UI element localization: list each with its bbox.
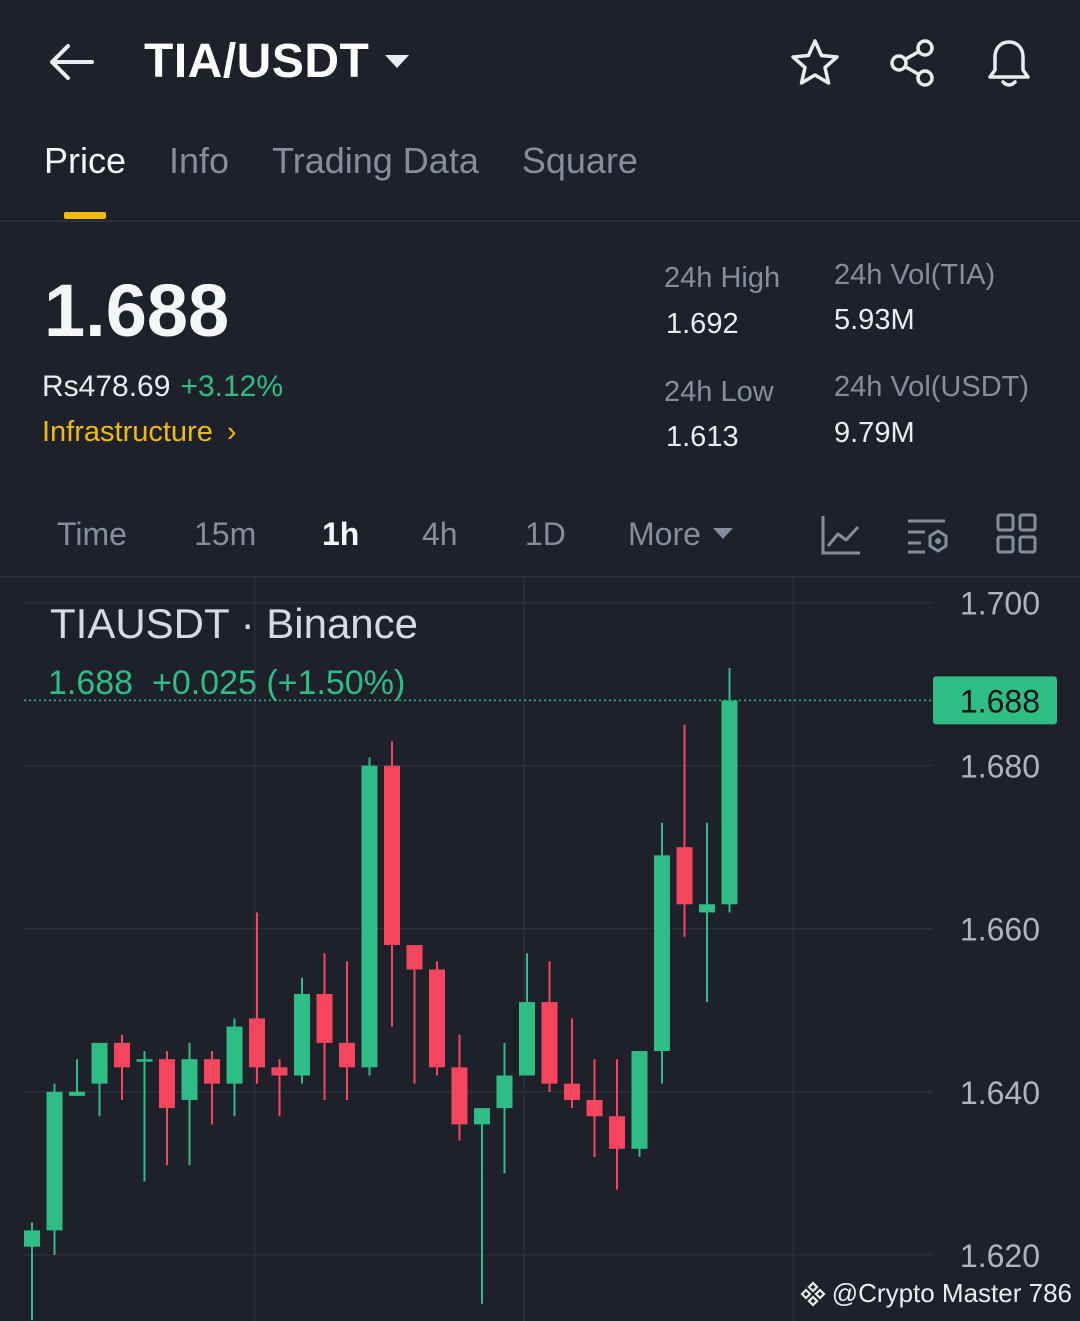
y-tick-label: 1.700 [960, 586, 1040, 622]
vol-quote-label: 24h Vol(USDT) [834, 371, 1030, 403]
candle-body [294, 993, 310, 1076]
price-change-percent: +3.12% [180, 370, 284, 403]
chevron-down-icon [385, 55, 410, 68]
category-tag[interactable]: Infrastructure › [42, 416, 237, 449]
candle-body [496, 1075, 513, 1109]
low-label: 24h Low [664, 376, 774, 408]
candle-body [136, 1059, 153, 1062]
candle-body [519, 1002, 535, 1076]
candle-body [541, 1002, 558, 1084]
candle-body [451, 1067, 468, 1125]
candle-body [586, 1099, 603, 1117]
chart-title: TIAUSDT · Binance [50, 600, 419, 647]
candle-body [429, 969, 445, 1068]
candle-body [46, 1091, 63, 1231]
candle-body [226, 1026, 243, 1084]
tab-info[interactable]: Info [169, 140, 229, 182]
fiat-price-row: Rs478.69 +3.12% [42, 370, 283, 404]
last-price: 1.688 [44, 269, 230, 352]
line-chart-icon[interactable] [818, 512, 864, 558]
vol-base-label: 24h Vol(TIA) [834, 259, 996, 291]
candle-body [361, 765, 378, 1068]
candle-body [181, 1059, 198, 1100]
watermark: @Crypto Master 786 [798, 1278, 1072, 1309]
y-tick-label: 1.660 [960, 912, 1040, 948]
chart-ohlc-summary: 1.688 +0.025 (+1.50%) [48, 664, 406, 702]
pair-title: TIA/USDT [144, 35, 370, 88]
candle-body [159, 1059, 175, 1109]
y-tick-label: 1.620 [960, 1238, 1040, 1274]
candle-body [384, 765, 400, 946]
more-label: More [628, 516, 701, 552]
timeframe-1d[interactable]: 1D [525, 516, 566, 553]
timeframe-4h[interactable]: 4h [422, 516, 458, 553]
candle-body [114, 1042, 130, 1068]
candle-body [271, 1067, 288, 1076]
timeframe-1h[interactable]: 1h [322, 516, 359, 553]
low-value: 1.613 [666, 421, 739, 453]
candle-body [676, 847, 693, 905]
candle-body [609, 1116, 625, 1149]
y-tick-label: 1.680 [960, 749, 1040, 785]
vol-quote-value: 9.79M [834, 417, 915, 449]
y-tick-label: 1.640 [960, 1075, 1040, 1111]
candle-body [406, 945, 423, 970]
candle-body [204, 1059, 220, 1084]
indicator-settings-icon[interactable] [905, 512, 951, 558]
candle-body [699, 904, 715, 913]
tab-square[interactable]: Square [522, 140, 638, 182]
candle-body [316, 993, 333, 1043]
high-value: 1.692 [666, 308, 739, 340]
back-arrow-icon[interactable] [44, 38, 96, 86]
bell-icon[interactable] [982, 36, 1036, 90]
grid-layout-icon[interactable] [995, 512, 1041, 558]
candle-body [654, 855, 670, 1052]
fiat-price: Rs478.69 [42, 370, 171, 403]
candle-body [69, 1091, 85, 1096]
caret-down-icon [712, 528, 733, 540]
favorite-star-icon[interactable] [788, 36, 842, 90]
tab-price[interactable]: Price [44, 140, 126, 182]
share-icon[interactable] [886, 36, 940, 90]
candle-body [474, 1108, 490, 1125]
active-tab-indicator [64, 212, 106, 219]
category-label: Infrastructure [42, 416, 213, 448]
pair-selector[interactable]: TIA/USDT [144, 34, 410, 89]
timeframe-time[interactable]: Time [57, 516, 127, 553]
candle-body [339, 1042, 355, 1068]
candle-body [24, 1230, 40, 1247]
candle-body [91, 1042, 108, 1084]
vol-base-value: 5.93M [834, 304, 915, 336]
top-bar: TIA/USDT [0, 0, 1080, 124]
current-price-label: 1.688 [960, 683, 1040, 719]
candle-body [564, 1083, 580, 1100]
timeframe-15m[interactable]: 15m [194, 516, 256, 553]
binance-logo-icon [800, 1280, 826, 1307]
watermark-text: @Crypto Master 786 [831, 1278, 1072, 1308]
main-tabs: Price Info Trading Data Square [44, 140, 638, 182]
candle-body [631, 1051, 648, 1149]
tab-trading-data[interactable]: Trading Data [272, 140, 479, 182]
candle-body [249, 1018, 265, 1068]
high-label: 24h High [664, 262, 781, 294]
candle-body [721, 700, 738, 905]
timeframe-more[interactable]: More [628, 516, 733, 553]
tabs-divider [0, 220, 1080, 222]
chevron-right-icon: › [226, 416, 237, 448]
